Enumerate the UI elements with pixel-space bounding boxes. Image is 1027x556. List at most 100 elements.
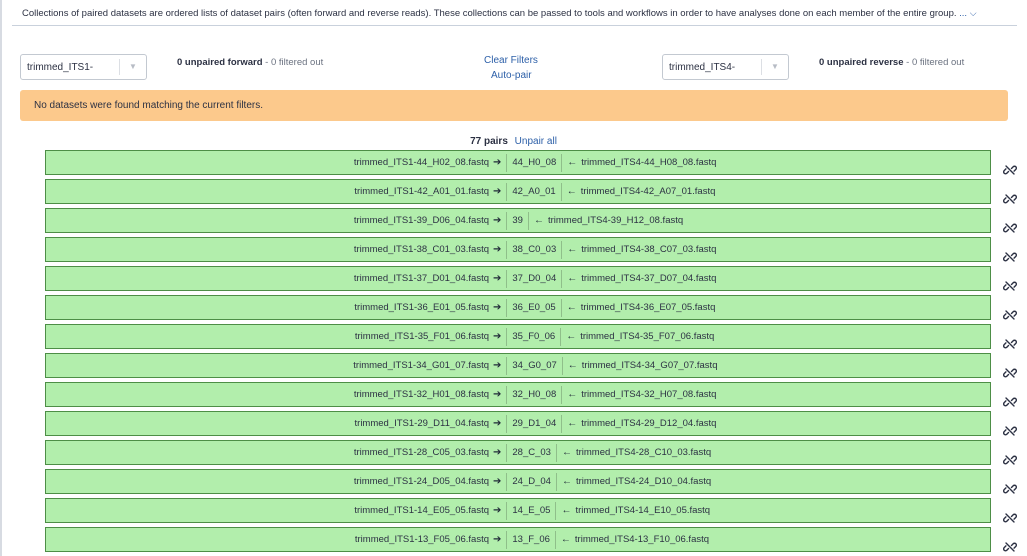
chevron-down-icon[interactable]: ⌵ [970, 8, 977, 18]
forward-dataset-name: trimmed_ITS1-24_D05_04.fastq [353, 476, 489, 487]
pair-name[interactable]: 13_F_06 [506, 530, 556, 549]
reverse-dataset-name: trimmed_ITS4-32_H07_08.fastq [581, 389, 717, 400]
unlink-icon[interactable] [1003, 482, 1017, 496]
reverse-filter-input[interactable] [663, 55, 774, 79]
unlink-icon[interactable] [1003, 279, 1017, 293]
unlink-icon[interactable] [1003, 453, 1017, 467]
arrow-right-icon: ➔ [493, 302, 502, 313]
unlink-icon[interactable] [1003, 192, 1017, 206]
unlink-icon[interactable] [1003, 163, 1017, 177]
reverse-dataset-name: trimmed_ITS4-37_D07_04.fastq [581, 273, 717, 284]
pair-name[interactable]: 42_A0_01 [506, 182, 562, 201]
reverse-dataset-name: trimmed_ITS4-39_H12_08.fastq [547, 215, 684, 226]
paired-dataset-row[interactable]: trimmed_ITS1-29_D11_04.fastq ➔ 29_D1_04 ← tr… [45, 411, 991, 436]
forward-dataset-name: trimmed_ITS1-34_G01_07.fastq [353, 360, 489, 371]
intro-more-link[interactable]: ... [959, 8, 967, 19]
paired-dataset-row[interactable]: trimmed_ITS1-35_F01_06.fastq ➔ 35_F0_06 ← tr… [45, 324, 991, 349]
pair-list: trimmed_ITS1-44_H02_08.fastq ➔ 44_H0_08 ← tr… [45, 150, 991, 556]
intro-text: Collections of paired datasets are order… [12, 0, 1017, 26]
arrow-right-icon: ➔ [493, 186, 502, 197]
forward-unpaired-label: 0 unpaired forward [177, 57, 263, 68]
pair-name[interactable]: 29_D1_04 [506, 414, 563, 433]
unlink-icon[interactable] [1003, 511, 1017, 525]
clear-filters-link[interactable]: Clear Filters [484, 55, 538, 66]
arrow-right-icon: ➔ [493, 273, 502, 284]
arrow-right-icon: ➔ [493, 157, 502, 168]
paired-dataset-row[interactable]: trimmed_ITS1-14_E05_05.fastq ➔ 14_E_05 ← tri… [45, 498, 991, 523]
arrow-left-icon: ← [567, 389, 578, 400]
arrow-right-icon: ➔ [493, 418, 502, 429]
arrow-right-icon: ➔ [493, 447, 502, 458]
pair-name[interactable]: 36_E0_05 [506, 298, 562, 317]
reverse-dataset-name: trimmed_ITS4-28_C10_03.fastq [575, 447, 712, 458]
paired-dataset-row[interactable]: trimmed_ITS1-13_F05_06.fastq ➔ 13_F_06 ← tri… [45, 527, 991, 552]
paired-dataset-row[interactable]: trimmed_ITS1-44_H02_08.fastq ➔ 44_H0_08 ← tr… [45, 150, 991, 175]
no-datasets-warning: No datasets were found matching the curr… [20, 90, 1008, 121]
pairs-header: 77 pairs Unpair all [0, 136, 1027, 147]
forward-filtered-label: - 0 filtered out [262, 57, 324, 68]
forward-filter-input[interactable] [21, 55, 132, 79]
pair-name[interactable]: 44_H0_08 [506, 153, 563, 172]
arrow-right-icon: ➔ [493, 244, 502, 255]
forward-dataset-name: trimmed_ITS1-37_D01_04.fastq [353, 273, 489, 284]
reverse-dataset-name: trimmed_ITS4-34_G07_07.fastq [581, 360, 718, 371]
arrow-left-icon: ← [566, 331, 577, 342]
pair-name[interactable]: 24_D_04 [506, 472, 557, 491]
reverse-dataset-name: trimmed_ITS4-24_D10_04.fastq [575, 476, 712, 487]
reverse-filter[interactable]: ▼ [662, 54, 789, 80]
arrow-left-icon: ← [561, 505, 572, 516]
paired-dataset-row[interactable]: trimmed_ITS1-37_D01_04.fastq ➔ 37_D0_04 ← tr… [45, 266, 991, 291]
forward-unpaired-count: 0 unpaired forward - 0 filtered out [177, 57, 323, 68]
unlink-icon[interactable] [1003, 250, 1017, 264]
pair-name[interactable]: 38_C0_03 [506, 240, 563, 259]
forward-dataset-name: trimmed_ITS1-32_H01_08.fastq [353, 389, 489, 400]
paired-dataset-row[interactable]: trimmed_ITS1-42_A01_01.fastq ➔ 42_A0_01 ← tr… [45, 179, 991, 204]
forward-dataset-name: trimmed_ITS1-38_C01_03.fastq [353, 244, 489, 255]
paired-dataset-row[interactable]: trimmed_ITS1-32_H01_08.fastq ➔ 32_H0_08 ← tr… [45, 382, 991, 407]
pair-name[interactable]: 14_E_05 [506, 501, 557, 520]
reverse-dataset-name: trimmed_ITS4-36_E07_05.fastq [580, 302, 716, 313]
paired-dataset-row[interactable]: trimmed_ITS1-34_G01_07.fastq ➔ 34_G0_07 ← tr… [45, 353, 991, 378]
paired-dataset-row[interactable]: trimmed_ITS1-28_C05_03.fastq ➔ 28_C_03 ← tri… [45, 440, 991, 465]
arrow-right-icon: ➔ [493, 476, 502, 487]
unpair-all-link[interactable]: Unpair all [515, 136, 557, 147]
arrow-left-icon: ← [566, 186, 577, 197]
arrow-left-icon: ← [561, 476, 572, 487]
pair-name[interactable]: 28_C_03 [506, 443, 557, 462]
arrow-left-icon: ← [567, 157, 578, 168]
pair-name[interactable]: 35_F0_06 [506, 327, 562, 346]
auto-pair-link[interactable]: Auto-pair [491, 70, 532, 81]
pair-name[interactable]: 39 [506, 211, 529, 230]
unlink-icon[interactable] [1003, 424, 1017, 438]
unlink-icon[interactable] [1003, 308, 1017, 322]
unlink-icon[interactable] [1003, 540, 1017, 554]
arrow-right-icon: ➔ [493, 360, 502, 371]
forward-dataset-name: trimmed_ITS1-42_A01_01.fastq [354, 186, 489, 197]
unlink-icon[interactable] [1003, 366, 1017, 380]
forward-filter-dropdown-icon[interactable]: ▼ [119, 59, 146, 75]
forward-filter[interactable]: ▼ [20, 54, 147, 80]
unlink-icon[interactable] [1003, 337, 1017, 351]
unlink-icon[interactable] [1003, 395, 1017, 409]
forward-dataset-name: trimmed_ITS1-44_H02_08.fastq [353, 157, 489, 168]
pair-name[interactable]: 32_H0_08 [506, 385, 563, 404]
unlink-icon[interactable] [1003, 221, 1017, 235]
forward-dataset-name: trimmed_ITS1-13_F05_06.fastq [354, 534, 489, 545]
reverse-dataset-name: trimmed_ITS4-44_H08_08.fastq [581, 157, 717, 168]
panel-edge [0, 0, 2, 556]
pair-name[interactable]: 34_G0_07 [506, 356, 563, 375]
arrow-right-icon: ➔ [493, 505, 502, 516]
paired-dataset-row[interactable]: trimmed_ITS1-24_D05_04.fastq ➔ 24_D_04 ← tri… [45, 469, 991, 494]
reverse-unpaired-count: 0 unpaired reverse - 0 filtered out [819, 57, 964, 68]
reverse-filter-dropdown-icon[interactable]: ▼ [761, 59, 788, 75]
arrow-right-icon: ➔ [493, 215, 502, 226]
paired-dataset-row[interactable]: trimmed_ITS1-36_E01_05.fastq ➔ 36_E0_05 ← tr… [45, 295, 991, 320]
reverse-unpaired-label: 0 unpaired reverse [819, 57, 904, 68]
reverse-dataset-name: trimmed_ITS4-35_F07_06.fastq [580, 331, 715, 342]
paired-dataset-row[interactable]: trimmed_ITS1-39_D06_04.fastq ➔ 39 ← trimmed_… [45, 208, 991, 233]
arrow-right-icon: ➔ [493, 389, 502, 400]
pair-name[interactable]: 37_D0_04 [506, 269, 563, 288]
paired-dataset-row[interactable]: trimmed_ITS1-38_C01_03.fastq ➔ 38_C0_03 ← tr… [45, 237, 991, 262]
intro-description: Collections of paired datasets are order… [22, 8, 957, 19]
arrow-left-icon: ← [566, 302, 577, 313]
